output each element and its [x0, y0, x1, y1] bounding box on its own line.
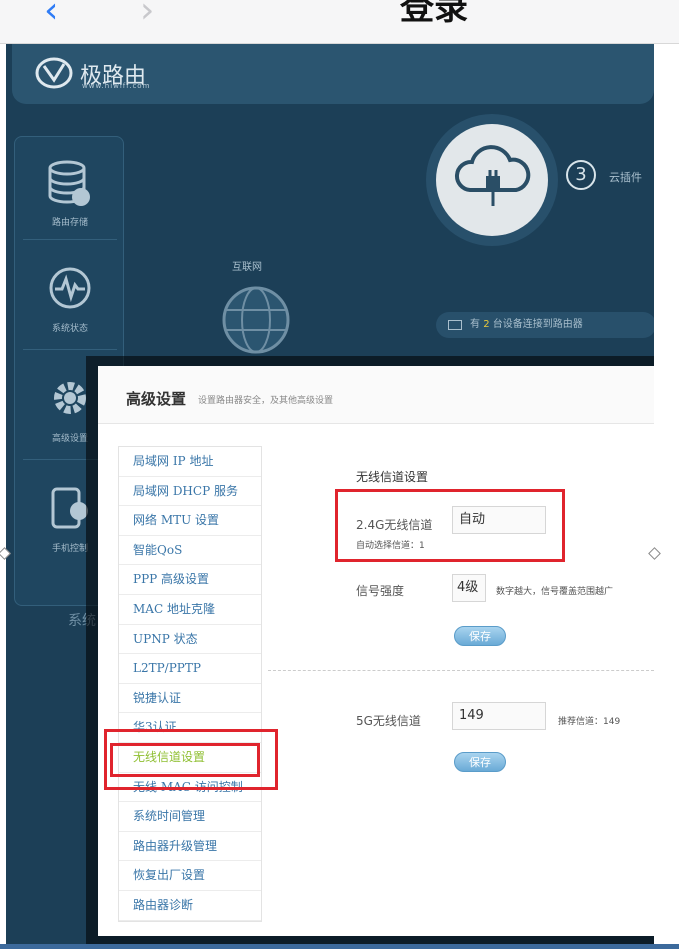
- advanced-settings-panel: 高级设置 设置路由器安全，及其他高级设置 局域网 IP 地址 局域网 DHCP 服…: [98, 366, 654, 936]
- app-header: 极路由 www.hiwifi.com: [12, 44, 654, 104]
- step-number: 3: [566, 160, 596, 190]
- section-title: 无线信道设置: [356, 470, 429, 484]
- internet-label: 互联网: [232, 262, 262, 273]
- panel-title: 高级设置: [126, 390, 187, 408]
- section-divider: [268, 670, 654, 671]
- globe-icon: [222, 286, 290, 354]
- connected-devices-bar[interactable]: 有 2 台设备连接到路由器: [436, 312, 654, 338]
- settings-menu-item[interactable]: 路由器升级管理: [119, 832, 261, 862]
- save-5g-button[interactable]: 保存: [454, 752, 506, 772]
- signal-strength-select[interactable]: 4级: [452, 574, 486, 602]
- bottom-strip: [0, 944, 679, 949]
- device-count: 2: [483, 319, 490, 330]
- back-chevron-icon[interactable]: ‹: [44, 0, 58, 31]
- browser-toolbar: ‹ › 登录: [0, 0, 679, 44]
- sidebar-item-status[interactable]: 系统状态: [15, 243, 125, 343]
- signal-strength-label: 信号强度: [356, 584, 405, 598]
- panel-subtitle: 设置路由器安全，及其他高级设置: [198, 396, 334, 406]
- database-icon: [48, 160, 90, 206]
- settings-menu-item[interactable]: 网络 MTU 设置: [119, 506, 261, 536]
- settings-menu-item[interactable]: 局域网 DHCP 服务: [119, 477, 261, 507]
- settings-menu-item[interactable]: UPNP 状态: [119, 625, 261, 655]
- settings-menu-item[interactable]: 锐捷认证: [119, 684, 261, 714]
- forward-chevron-icon[interactable]: ›: [140, 0, 154, 31]
- settings-menu-item[interactable]: 恢复出厂设置: [119, 861, 261, 891]
- settings-menu: 局域网 IP 地址 局域网 DHCP 服务 网络 MTU 设置 智能QoS PPP 高级…: [118, 446, 262, 922]
- settings-menu-item[interactable]: L2TP/PPTP: [119, 654, 261, 684]
- highlight-box-24g: [335, 489, 565, 562]
- logo-icon: [35, 57, 73, 89]
- settings-menu-item[interactable]: 路由器诊断: [119, 891, 261, 921]
- highlight-box-menu-inner: [110, 743, 260, 777]
- page-title: 登录: [400, 0, 468, 28]
- signal-strength-hint: 数字越大，信号覆盖范围越广: [496, 587, 614, 597]
- settings-menu-item[interactable]: MAC 地址克隆: [119, 595, 261, 625]
- settings-menu-item[interactable]: 局域网 IP 地址: [119, 447, 261, 477]
- settings-menu-item[interactable]: 系统时间管理: [119, 802, 261, 832]
- channel-5g-input[interactable]: 149: [452, 702, 546, 730]
- channel-5g-hint: 推荐信道：149: [558, 717, 621, 727]
- channel-5g-label: 5G无线信道: [356, 714, 421, 728]
- save-24g-button[interactable]: 保存: [454, 626, 506, 646]
- logo-url: www.hiwifi.com: [82, 82, 151, 90]
- cloud-plugin-button[interactable]: [436, 124, 548, 236]
- cloud-plug-icon: [454, 145, 531, 206]
- settings-menu-item[interactable]: PPP 高级设置: [119, 565, 261, 595]
- cloud-plugin-label: 云插件: [609, 171, 642, 184]
- laptop-icon: [448, 320, 462, 330]
- settings-menu-item[interactable]: 智能QoS: [119, 536, 261, 566]
- pulse-icon: [49, 267, 91, 309]
- panel-header: 高级设置 设置路由器安全，及其他高级设置: [98, 366, 654, 424]
- sidebar-item-storage[interactable]: 路由存储: [15, 137, 125, 237]
